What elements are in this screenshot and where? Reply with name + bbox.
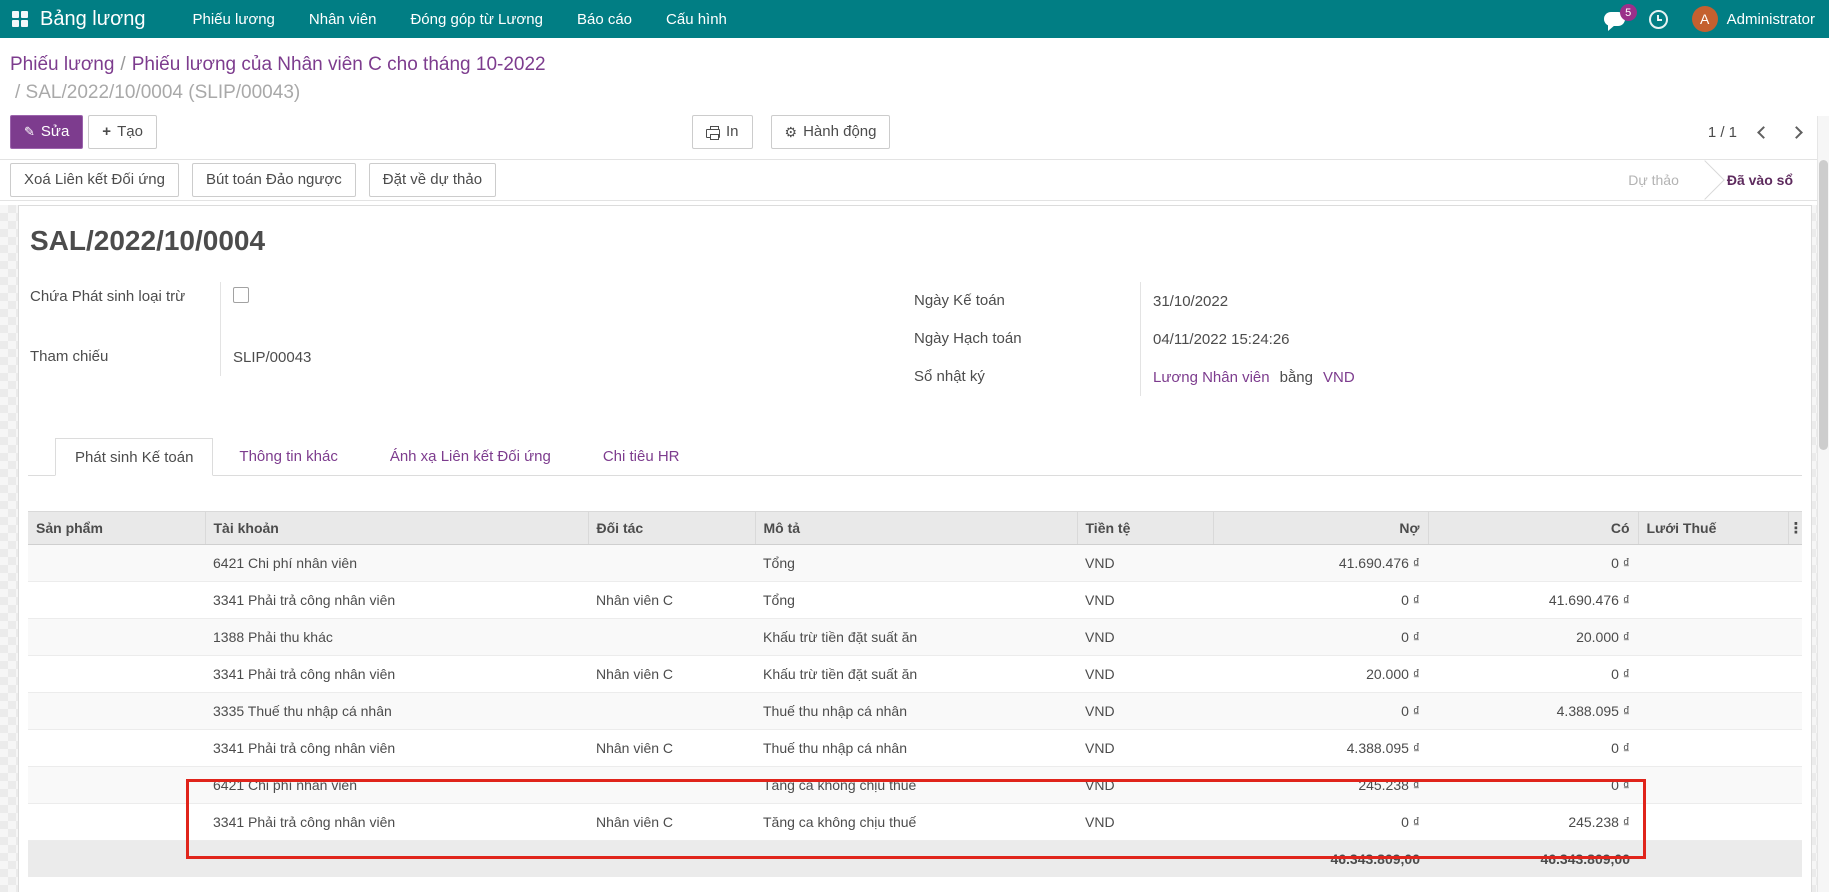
col-debit[interactable]: Nợ xyxy=(1213,512,1428,545)
printer-icon xyxy=(706,129,720,138)
table-row[interactable]: 6421 Chi phí nhân viên Tổng VND 41.690.4… xyxy=(28,545,1802,582)
reference-value: SLIP/00043 xyxy=(220,338,670,376)
notebook-tabs: Phát sinh Kế toán Thông tin khác Ánh xạ … xyxy=(28,438,1802,476)
unlink-counterpart-button[interactable]: Xoá Liên kết Đối ứng xyxy=(10,163,179,197)
navbar-right: 5 A Administrator xyxy=(1604,6,1819,32)
vertical-scrollbar[interactable] xyxy=(1817,116,1829,892)
col-currency[interactable]: Tiền tệ xyxy=(1077,512,1213,545)
journal-items-table: Sản phẩm Tài khoản Đối tác Mô tả Tiền tệ… xyxy=(28,511,1802,877)
plus-icon: + xyxy=(102,122,111,142)
journal-label: Sổ nhật ký xyxy=(914,365,1140,389)
col-credit[interactable]: Có xyxy=(1428,512,1638,545)
table-row[interactable]: 3335 Thuế thu nhập cá nhân Thuế thu nhập… xyxy=(28,693,1802,730)
print-button[interactable]: In xyxy=(692,115,753,149)
table-row[interactable]: 3341 Phải trả công nhân viên Nhân viên C… xyxy=(28,582,1802,619)
page: Bảng lương Phiếu lương Nhân viên Đóng gó… xyxy=(0,0,1829,892)
table-header-row: Sản phẩm Tài khoản Đối tác Mô tả Tiền tệ… xyxy=(28,512,1802,545)
tab-other-info[interactable]: Thông tin khác xyxy=(220,437,356,475)
breadcrumb-current: / SAL/2022/10/0004 (SLIP/00043) xyxy=(10,79,1819,107)
menu-item-reports[interactable]: Báo cáo xyxy=(560,0,649,38)
accounting-date-label: Ngày Kế toán xyxy=(914,289,1140,313)
posted-date-label: Ngày Hạch toán xyxy=(914,327,1140,351)
control-panel: ✎Sửa +Tạo In ⚙Hành động 1 / 1 xyxy=(0,107,1829,159)
posted-date-value: 04/11/2022 15:24:26 xyxy=(1140,320,1792,358)
col-partner[interactable]: Đối tác xyxy=(588,512,755,545)
state-widget: Dự thảo Đã vào sổ xyxy=(1604,160,1819,200)
table-row[interactable]: 3341 Phải trả công nhân viên Nhân viên C… xyxy=(28,730,1802,767)
form-statusbar: Xoá Liên kết Đối ứng Bút toán Đảo ngược … xyxy=(0,159,1829,201)
total-debit: 46.343.809,00 xyxy=(1213,841,1428,877)
breadcrumb-separator: / xyxy=(114,54,131,75)
reset-to-draft-button[interactable]: Đặt về dự thảo xyxy=(369,163,496,197)
col-tax-grid[interactable]: Lưới Thuế xyxy=(1638,512,1788,545)
user-name: Administrator xyxy=(1727,11,1815,28)
field-group: Chứa Phát sinh loại trừ Tham chiếu SLIP/… xyxy=(28,282,1802,396)
tab-counterpart-mapping[interactable]: Ánh xạ Liên kết Đối ứng xyxy=(371,437,570,475)
accounting-date-value: 31/10/2022 xyxy=(1140,282,1792,320)
action-button[interactable]: ⚙Hành động xyxy=(771,115,891,149)
pager-next-icon[interactable] xyxy=(1790,126,1803,139)
pager: 1 / 1 xyxy=(1708,124,1819,141)
total-credit: 46.343.809,00 xyxy=(1428,841,1638,877)
pager-previous-icon[interactable] xyxy=(1757,126,1770,139)
pager-value: 1 / 1 xyxy=(1708,124,1737,141)
menu-item-payslips[interactable]: Phiếu lương xyxy=(175,0,291,38)
journal-mid-text: bằng xyxy=(1280,369,1313,386)
main-menu: Phiếu lương Nhân viên Đóng góp từ Lương … xyxy=(175,0,743,38)
reverse-entry-button[interactable]: Bút toán Đảo ngược xyxy=(192,163,356,197)
activities-clock-icon[interactable] xyxy=(1649,10,1668,29)
edit-button[interactable]: ✎Sửa xyxy=(10,115,83,149)
menu-item-employees[interactable]: Nhân viên xyxy=(292,0,394,38)
top-navbar: Bảng lương Phiếu lương Nhân viên Đóng gó… xyxy=(0,0,1829,38)
table-row[interactable]: 3341 Phải trả công nhân viên Nhân viên C… xyxy=(28,656,1802,693)
breadcrumb: Phiếu lương/Phiếu lương của Nhân viên C … xyxy=(0,38,1829,107)
content-background: SAL/2022/10/0004 Chứa Phát sinh loại trừ… xyxy=(0,205,1829,892)
avatar: A xyxy=(1692,6,1718,32)
breadcrumb-root-link[interactable]: Phiếu lương xyxy=(10,54,114,75)
table-row[interactable]: 3341 Phải trả công nhân viên Nhân viên C… xyxy=(28,804,1802,841)
menu-item-configuration[interactable]: Cấu hình xyxy=(649,0,744,38)
gear-icon: ⚙ xyxy=(785,122,798,142)
journal-link[interactable]: Lương Nhân viên xyxy=(1153,369,1270,386)
col-label[interactable]: Mô tả xyxy=(755,512,1077,545)
table-row[interactable]: 6421 Chi phí nhân viên Tăng ca không chị… xyxy=(28,767,1802,804)
create-button[interactable]: +Tạo xyxy=(88,115,157,149)
table-total-row: 46.343.809,00 46.343.809,00 xyxy=(28,841,1802,877)
exclude-from-moves-label: Chứa Phát sinh loại trừ xyxy=(30,282,220,309)
menu-item-salary-contributions[interactable]: Đóng góp từ Lương xyxy=(393,0,560,38)
tab-hr-expense[interactable]: Chi tiêu HR xyxy=(584,437,699,475)
apps-grid-icon[interactable] xyxy=(12,11,28,27)
move-lines-body: 6421 Chi phí nhân viên Tổng VND 41.690.4… xyxy=(28,545,1802,841)
app-brand[interactable]: Bảng lương xyxy=(40,8,145,31)
messages-button[interactable]: 5 xyxy=(1604,12,1625,26)
table-row[interactable]: 1388 Phải thu khác Khấu trừ tiền đặt suấ… xyxy=(28,619,1802,656)
scrollbar-thumb[interactable] xyxy=(1819,160,1828,450)
currency-link[interactable]: VND xyxy=(1323,369,1355,386)
optional-columns-icon[interactable]: ⋮ xyxy=(1789,519,1803,537)
messages-count-badge: 5 xyxy=(1620,4,1637,21)
reference-label: Tham chiếu xyxy=(30,345,220,369)
exclude-from-moves-checkbox[interactable] xyxy=(233,287,249,303)
col-account[interactable]: Tài khoản xyxy=(205,512,588,545)
pencil-icon: ✎ xyxy=(24,122,35,142)
user-menu[interactable]: A Administrator xyxy=(1692,6,1815,32)
form-sheet: SAL/2022/10/0004 Chứa Phát sinh loại trừ… xyxy=(18,205,1812,892)
breadcrumb-parent-link[interactable]: Phiếu lương của Nhân viên C cho tháng 10… xyxy=(132,54,546,75)
tab-journal-items[interactable]: Phát sinh Kế toán xyxy=(55,438,213,476)
record-title: SAL/2022/10/0004 xyxy=(28,222,1802,260)
col-product[interactable]: Sản phẩm xyxy=(28,512,205,545)
